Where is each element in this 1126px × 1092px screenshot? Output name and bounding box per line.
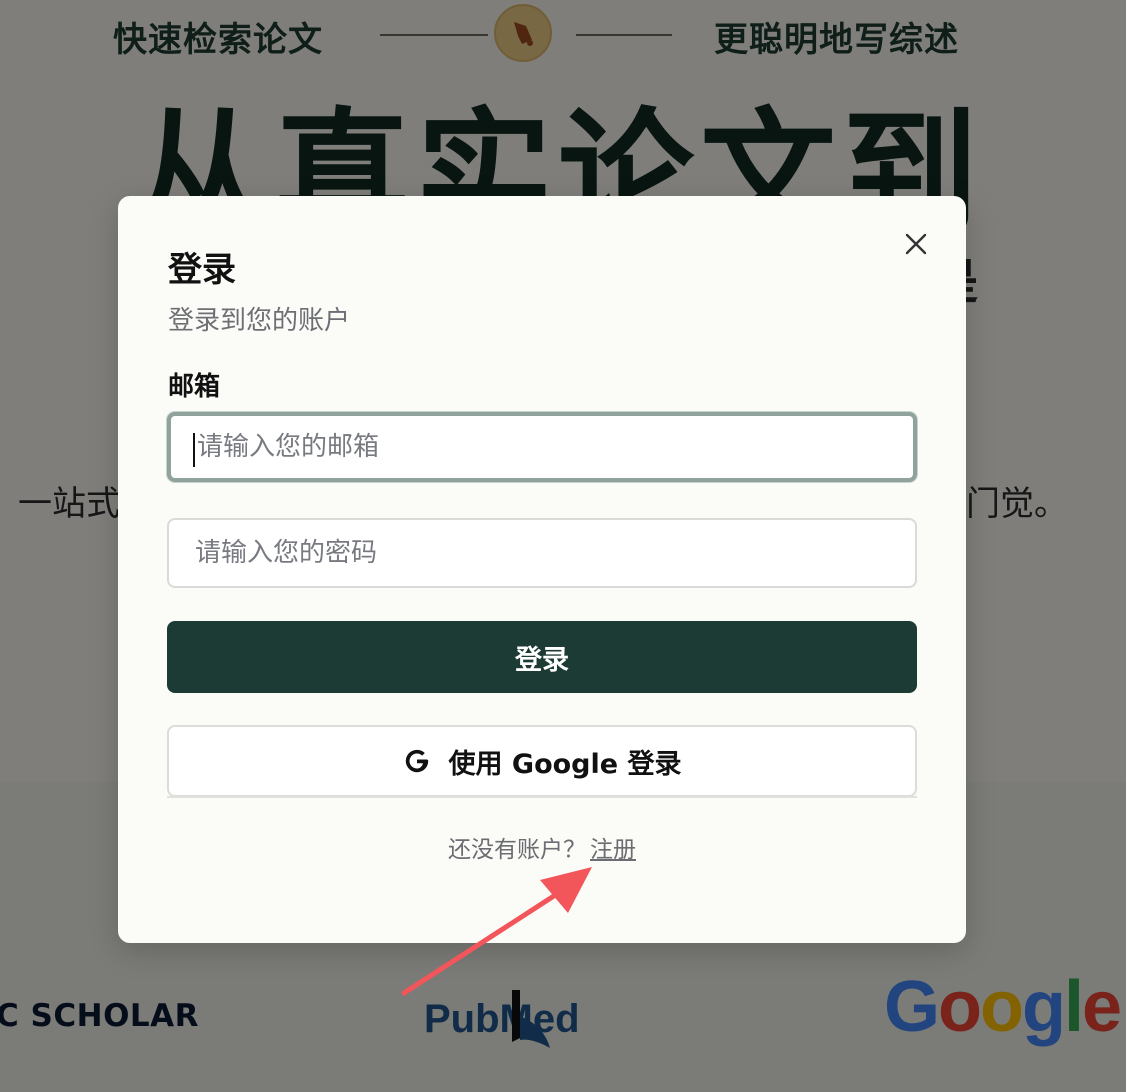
email-field[interactable] xyxy=(167,412,917,482)
google-login-label: 使用 Google 登录 xyxy=(448,748,682,780)
close-icon[interactable] xyxy=(902,230,930,258)
signup-link[interactable]: 注册 xyxy=(590,837,636,863)
password-field[interactable] xyxy=(167,518,917,588)
modal-subtitle: 登录到您的账户 xyxy=(168,306,351,336)
modal-title: 登录 xyxy=(168,250,236,290)
signup-row: 还没有账户？ 注册 xyxy=(118,830,966,864)
login-modal: 登录 登录到您的账户 邮箱 登录 使用 Google 登录 还没有账户？注册 xyxy=(118,196,966,943)
email-label: 邮箱 xyxy=(168,372,221,402)
login-button[interactable]: 登录 xyxy=(167,621,917,693)
google-g-icon xyxy=(403,747,431,775)
login-button-label: 登录 xyxy=(515,644,569,676)
google-login-button[interactable]: 使用 Google 登录 xyxy=(167,725,917,797)
text-caret xyxy=(193,433,195,467)
divider xyxy=(167,796,917,798)
signup-prompt: 还没有账户？ xyxy=(448,837,586,863)
